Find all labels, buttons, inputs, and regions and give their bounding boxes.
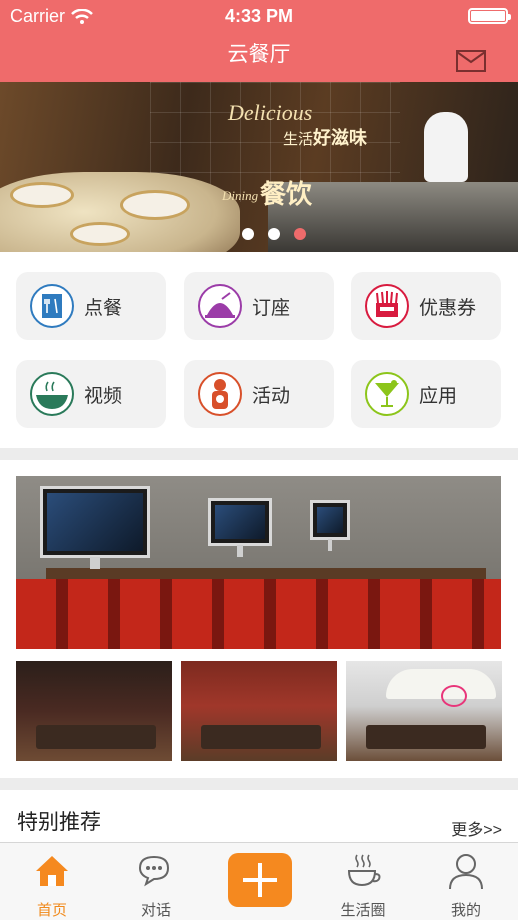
quick-order-button[interactable]: 点餐	[16, 272, 166, 340]
quick-video-label: 视频	[84, 385, 123, 407]
quick-reserve-label: 订座	[252, 297, 291, 319]
quick-app-label: 应用	[419, 385, 458, 407]
gallery-main-photo[interactable]	[16, 476, 501, 649]
gallery-thumb-photo[interactable]	[346, 661, 502, 761]
coffee-cup-icon	[347, 854, 381, 887]
tab-chat[interactable]: 对话	[104, 843, 208, 920]
status-bar: Carrier 4:33 PM	[0, 6, 518, 28]
banner-text-dining: Dining	[222, 188, 259, 203]
tab-home[interactable]: 首页	[0, 843, 104, 920]
reservation-bell-icon	[198, 284, 242, 328]
banner-text-canyin: 餐饮	[260, 179, 313, 209]
video-bowl-icon	[30, 372, 74, 416]
profile-icon	[449, 854, 483, 890]
nav-header: Carrier 4:33 PM 云餐厅	[0, 0, 518, 82]
tab-life-circle[interactable]: 生活圈	[311, 843, 415, 920]
status-time: 4:33 PM	[224, 6, 294, 26]
banner-text-delicious: Delicious	[228, 100, 313, 125]
tab-profile[interactable]: 我的	[414, 843, 518, 920]
recommend-section: 特别推荐 更多>>	[0, 790, 518, 850]
menu-order-icon	[30, 284, 74, 328]
activity-icon	[198, 372, 242, 416]
tab-home-label: 首页	[36, 902, 67, 919]
banner-text-slogan: 生活好滋味	[283, 128, 368, 148]
gallery-thumb-photo[interactable]	[16, 661, 172, 761]
pager-dot[interactable]	[268, 228, 280, 240]
add-icon	[228, 853, 292, 907]
banner-chef	[424, 112, 468, 182]
restaurant-gallery	[0, 460, 518, 778]
pager-dot[interactable]	[242, 228, 254, 240]
cocktail-icon	[365, 372, 409, 416]
recommend-more-link[interactable]: 更多>>	[451, 816, 502, 840]
tab-chat-label: 对话	[140, 902, 171, 919]
recommend-title: 特别推荐	[17, 811, 101, 834]
quick-reserve-button[interactable]: 订座	[184, 272, 334, 340]
tab-add[interactable]	[207, 843, 311, 920]
quick-video-button[interactable]: 视频	[16, 360, 166, 428]
quick-activity-button[interactable]: 活动	[184, 360, 334, 428]
quick-coupon-label: 优惠券	[419, 297, 477, 319]
pager-dot-active[interactable]	[294, 228, 306, 240]
quick-activity-label: 活动	[252, 385, 291, 407]
promo-banner[interactable]: Delicious 生活好滋味 Dining 餐饮	[0, 82, 518, 252]
gallery-thumb-photo[interactable]	[181, 661, 337, 761]
quick-coupon-button[interactable]: 优惠券	[351, 272, 501, 340]
battery-icon	[468, 8, 511, 24]
mail-icon[interactable]	[456, 50, 486, 72]
chat-icon	[138, 855, 170, 887]
page-title: 云餐厅	[227, 43, 291, 66]
home-icon	[36, 856, 68, 886]
quick-actions: 点餐 订座 优惠券 视频 活动 应用	[0, 252, 518, 448]
quick-order-label: 点餐	[84, 297, 123, 319]
tab-profile-label: 我的	[450, 902, 481, 919]
banner-pager[interactable]	[0, 228, 518, 240]
quick-app-button[interactable]: 应用	[351, 360, 501, 428]
tab-life-circle-label: 生活圈	[340, 902, 386, 919]
coupon-icon	[365, 284, 409, 328]
bottom-tab-bar: 首页 对话 生活圈 我的	[0, 842, 518, 920]
